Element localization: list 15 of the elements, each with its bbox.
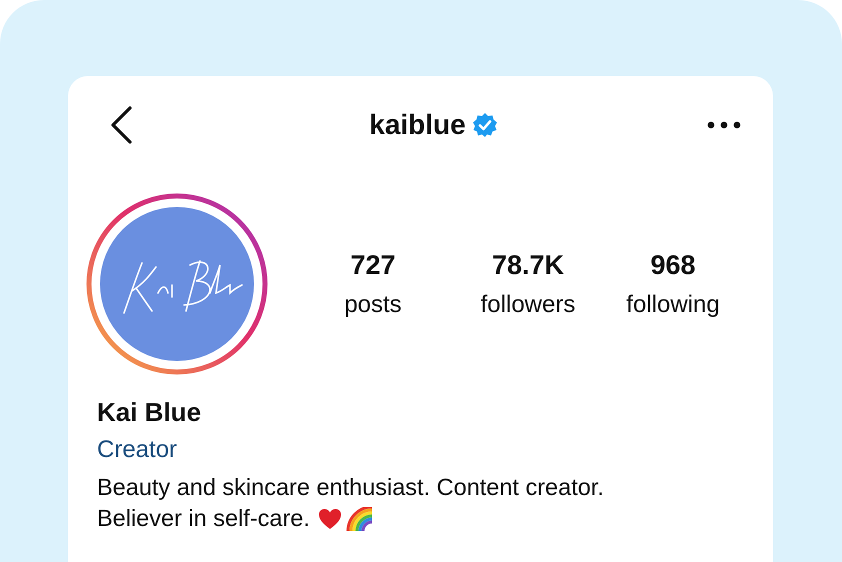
bio-text: Beauty and skincare enthusiast. Content creator. <box>97 473 604 502</box>
heart-icon <box>318 508 342 530</box>
stat-count: 968 <box>650 250 696 280</box>
stat-label: posts <box>344 290 402 318</box>
rainbow-icon <box>346 506 374 530</box>
display-name: Kai Blue <box>97 397 202 428</box>
stat-count: 727 <box>350 250 396 280</box>
username: kaiblue <box>369 109 466 141</box>
more-options-button[interactable] <box>706 121 741 129</box>
avatar[interactable] <box>86 193 268 375</box>
stat-label: following <box>626 290 720 318</box>
bio-text: Believer in self-care. <box>97 504 310 533</box>
stat-label: followers <box>480 290 576 318</box>
stat-count: 78.7K <box>492 250 564 280</box>
category-label: Creator <box>97 436 178 464</box>
